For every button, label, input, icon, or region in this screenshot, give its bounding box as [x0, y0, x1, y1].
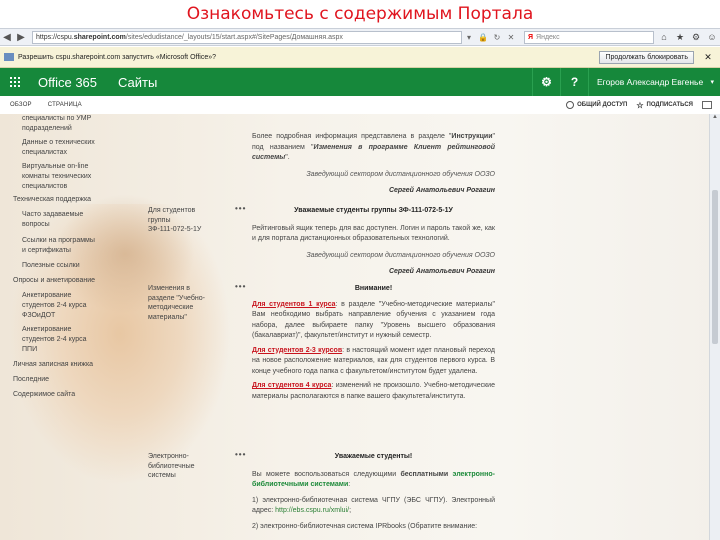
- announcement-paragraph: Вы можете воспользоваться следующими бес…: [252, 470, 495, 489]
- star-icon: ☆: [636, 100, 644, 110]
- forward-icon[interactable]: ▶: [14, 32, 28, 43]
- page-scrollbar[interactable]: ▲: [709, 114, 720, 540]
- lock-icon[interactable]: 🔒: [476, 33, 490, 42]
- gear-icon[interactable]: ⚙: [532, 68, 560, 96]
- sites-link[interactable]: Сайты: [110, 75, 157, 90]
- app-launcher-icon[interactable]: [0, 68, 30, 96]
- announcement-heading: Внимание!: [354, 285, 393, 292]
- favorites-icon[interactable]: ★: [672, 32, 688, 43]
- url-path: /sites/edudistance/_layouts/15/start.asp…: [125, 33, 343, 41]
- office365-suite-bar: Office 365 Сайты ⚙ ? Егоров Александр Ев…: [0, 68, 720, 96]
- announcement-paragraph: Более подробная информация представлена …: [252, 133, 495, 161]
- infobar-close-icon[interactable]: ✕: [702, 52, 714, 63]
- help-icon[interactable]: ?: [560, 68, 588, 96]
- list-item-title[interactable]: Электронно- библиотечные системы: [148, 452, 195, 481]
- scroll-thumb[interactable]: [712, 190, 718, 344]
- nav-item-faq[interactable]: Часто задаваемые вопросы: [22, 210, 83, 230]
- nav-item-site-contents[interactable]: Содержимое сайта: [13, 390, 75, 400]
- announcement-paragraph: Для студентов 2-3 курсов: в настоящий мо…: [252, 346, 496, 375]
- settings-icon[interactable]: ⚙: [688, 32, 704, 43]
- follow-label: ПОДПИСАТЬСЯ: [646, 102, 694, 108]
- search-placeholder: Яндекс: [536, 33, 560, 41]
- security-infobar: Разрешить cspu.sharepoint.com запустить …: [0, 47, 720, 68]
- chevron-down-icon: ▾: [710, 79, 714, 86]
- nav-item-survey-fzo[interactable]: Анкетирование студентов 2-4 курса ФЗОиДО…: [22, 291, 87, 321]
- announcement-heading: Уважаемые студенты группы ЗФ-111-072-5-1…: [294, 207, 453, 214]
- yandex-logo-icon: Я: [528, 33, 534, 41]
- user-menu[interactable]: Егоров Александр Евгенье ▾: [588, 68, 720, 96]
- announcement-body: Уважаемые студенты! Вы можете воспользов…: [252, 452, 495, 532]
- nav-item-umr[interactable]: специалисты по УМР подразделений: [22, 114, 91, 134]
- announcement-heading: Уважаемые студенты!: [334, 453, 413, 460]
- share-label: ОБЩИЙ ДОСТУП: [577, 102, 628, 108]
- follow-button[interactable]: ☆ ПОДПИСАТЬСЯ: [636, 101, 693, 110]
- share-button[interactable]: ОБЩИЙ ДОСТУП: [566, 101, 627, 109]
- focus-on-content-icon[interactable]: [702, 101, 712, 109]
- nav-item-recent[interactable]: Последние: [13, 375, 49, 385]
- close-icon[interactable]: ✕: [504, 33, 518, 42]
- page-content: специалисты по УМР подразделений Данные …: [0, 114, 720, 540]
- user-name: Егоров Александр Евгенье: [597, 77, 704, 87]
- signature-name: Сергей Анатольевич Рогагин: [388, 187, 495, 194]
- infobar-icon: [4, 53, 14, 61]
- tab-page[interactable]: СТРАНИЦА: [38, 102, 88, 108]
- item-menu-icon[interactable]: •••: [235, 204, 246, 213]
- keep-blocking-button[interactable]: Продолжать блокировать: [599, 50, 694, 64]
- list-item-title[interactable]: Для студентов группы ЗФ-111-072-5-1У: [148, 206, 201, 235]
- browser-address-bar: ◀ ▶ https://cspu. sharepoint.com/sites/ed…: [0, 28, 720, 46]
- scroll-up-icon[interactable]: ▲: [710, 114, 720, 124]
- home-icon[interactable]: ⌂: [656, 32, 672, 43]
- office365-brand[interactable]: Office 365: [30, 75, 110, 90]
- infobar-text: Разрешить cspu.sharepoint.com запустить …: [18, 53, 217, 61]
- signature-role: Заведующий сектором дистанционного обуче…: [306, 170, 495, 178]
- back-icon[interactable]: ◀: [0, 32, 14, 43]
- announcement-paragraph: Для студентов 1 курса: в разделе "Учебно…: [252, 300, 495, 340]
- item-menu-icon[interactable]: •••: [235, 282, 246, 291]
- nav-item-surveys[interactable]: Опросы и анкетирование: [13, 276, 95, 286]
- announcement-body: Более подробная информация представлена …: [252, 132, 495, 197]
- announcement-body: Внимание! Для студентов 1 курса: в разде…: [252, 284, 495, 402]
- nav-item-survey-ppi[interactable]: Анкетирование студентов 2-4 курса ППИ: [22, 325, 87, 355]
- url-prefix: https://cspu.: [36, 33, 74, 41]
- nav-item-virtual-rooms[interactable]: Виртуальные on-line комнаты технических …: [22, 162, 91, 192]
- announcement-body: Уважаемые студенты группы ЗФ-111-072-5-1…: [252, 206, 495, 278]
- list-item-title[interactable]: Изменения в разделе "Учебно- методически…: [148, 284, 205, 322]
- nav-item-tech-support[interactable]: Техническая поддержка: [13, 195, 91, 205]
- search-dropdown-icon[interactable]: ▾: [462, 33, 476, 42]
- nav-item-notebook[interactable]: Личная записная книжка: [13, 360, 93, 370]
- signature-role: Заведующий сектором дистанционного обуче…: [306, 251, 495, 259]
- announcement-paragraph: Для студентов 4 курса: изменений не прои…: [252, 382, 495, 400]
- slide-title: Ознакомьтесь с содержимым Портала: [186, 4, 534, 24]
- ribbon: ОБЗОР СТРАНИЦА ОБЩИЙ ДОСТУП ☆ ПОДПИСАТЬС…: [0, 96, 720, 114]
- item-menu-icon[interactable]: •••: [235, 450, 246, 459]
- share-icon: [566, 101, 575, 109]
- nav-item-program-links[interactable]: Ссылки на программы и сертификаты: [22, 236, 95, 256]
- url-field[interactable]: https://cspu. sharepoint.com/sites/edudis…: [32, 30, 462, 44]
- announcement-paragraph: 1) электронно-библиотечная система ЧГПУ …: [252, 496, 495, 515]
- search-input[interactable]: Я Яндекс: [524, 30, 654, 44]
- nav-item-tech-data[interactable]: Данные о технических специалистах: [22, 138, 95, 158]
- url-domain: sharepoint.com: [73, 33, 126, 41]
- announcement-paragraph: 2) электронно-библиотечная система IPRbo…: [252, 522, 478, 530]
- announcement-paragraph: Рейтинговый ящик теперь для вас доступен…: [252, 224, 495, 243]
- tab-browse[interactable]: ОБЗОР: [0, 102, 38, 108]
- refresh-icon[interactable]: ↻: [490, 33, 504, 42]
- nav-item-useful-links[interactable]: Полезные ссылки: [22, 261, 80, 271]
- signature-name: Сергей Анатольевич Рогагин: [388, 268, 495, 275]
- smiley-icon[interactable]: ☺: [704, 32, 720, 43]
- ebs-link[interactable]: http://ebs.cspu.ru/xmlui/: [275, 507, 349, 514]
